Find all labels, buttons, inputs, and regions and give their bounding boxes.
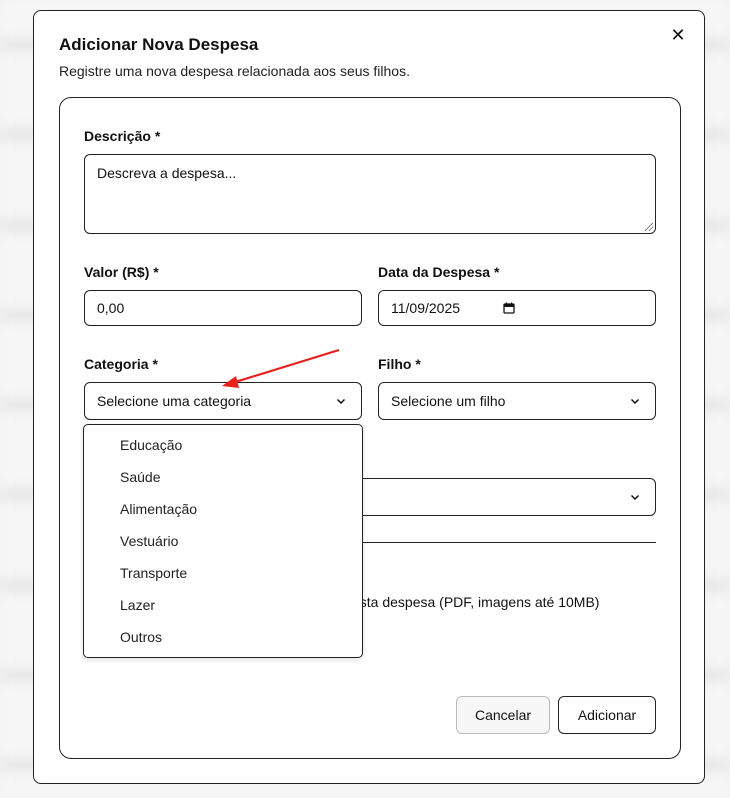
value-input-text: 0,00 xyxy=(97,300,125,316)
category-option-lazer[interactable]: Lazer xyxy=(120,597,155,613)
value-input[interactable]: 0,00 xyxy=(84,290,362,326)
description-label: Descrição * xyxy=(84,128,161,144)
category-option-vestuario[interactable]: Vestuário xyxy=(120,533,178,549)
cancel-button[interactable]: Cancelar xyxy=(456,696,550,734)
category-select-value: Selecione uma categoria xyxy=(97,393,252,409)
calendar-icon[interactable] xyxy=(503,302,515,314)
category-dropdown-list: Educação Saúde Alimentação Vestuário Tra… xyxy=(83,424,363,658)
value-label: Valor (R$) * xyxy=(84,264,159,280)
add-expense-dialog: ✕ Adicionar Nova Despesa Registre uma no… xyxy=(33,10,705,784)
date-label: Data da Despesa * xyxy=(378,264,500,280)
category-option-educacao[interactable]: Educação xyxy=(120,437,182,453)
child-select-value: Selecione um filho xyxy=(391,393,506,409)
category-option-transporte[interactable]: Transporte xyxy=(120,565,187,581)
add-button[interactable]: Adicionar xyxy=(558,696,656,734)
attachment-hint: esta despesa (PDF, imagens até 10MB) xyxy=(352,594,600,610)
dialog-subtitle: Registre uma nova despesa relacionada ao… xyxy=(59,63,410,79)
child-select[interactable]: Selecione um filho xyxy=(378,382,656,420)
category-select[interactable]: Selecione uma categoria xyxy=(84,382,362,420)
category-option-alimentacao[interactable]: Alimentação xyxy=(120,501,197,517)
dialog-title: Adicionar Nova Despesa xyxy=(59,35,259,54)
date-input[interactable]: 11/09/2025 xyxy=(378,290,656,326)
description-placeholder: Descreva a despesa... xyxy=(97,165,237,181)
child-label: Filho * xyxy=(378,356,421,372)
chevron-down-icon xyxy=(630,398,640,405)
close-icon[interactable]: ✕ xyxy=(668,25,688,45)
resize-handle-icon[interactable] xyxy=(645,223,653,231)
chevron-down-icon xyxy=(336,398,346,405)
chevron-down-icon xyxy=(630,494,640,501)
category-label: Categoria * xyxy=(84,356,158,372)
date-input-text: 11/09/2025 xyxy=(391,300,461,316)
description-textarea[interactable]: Descreva a despesa... xyxy=(84,154,656,234)
category-option-outros[interactable]: Outros xyxy=(120,629,162,645)
category-option-saude[interactable]: Saúde xyxy=(120,469,160,485)
